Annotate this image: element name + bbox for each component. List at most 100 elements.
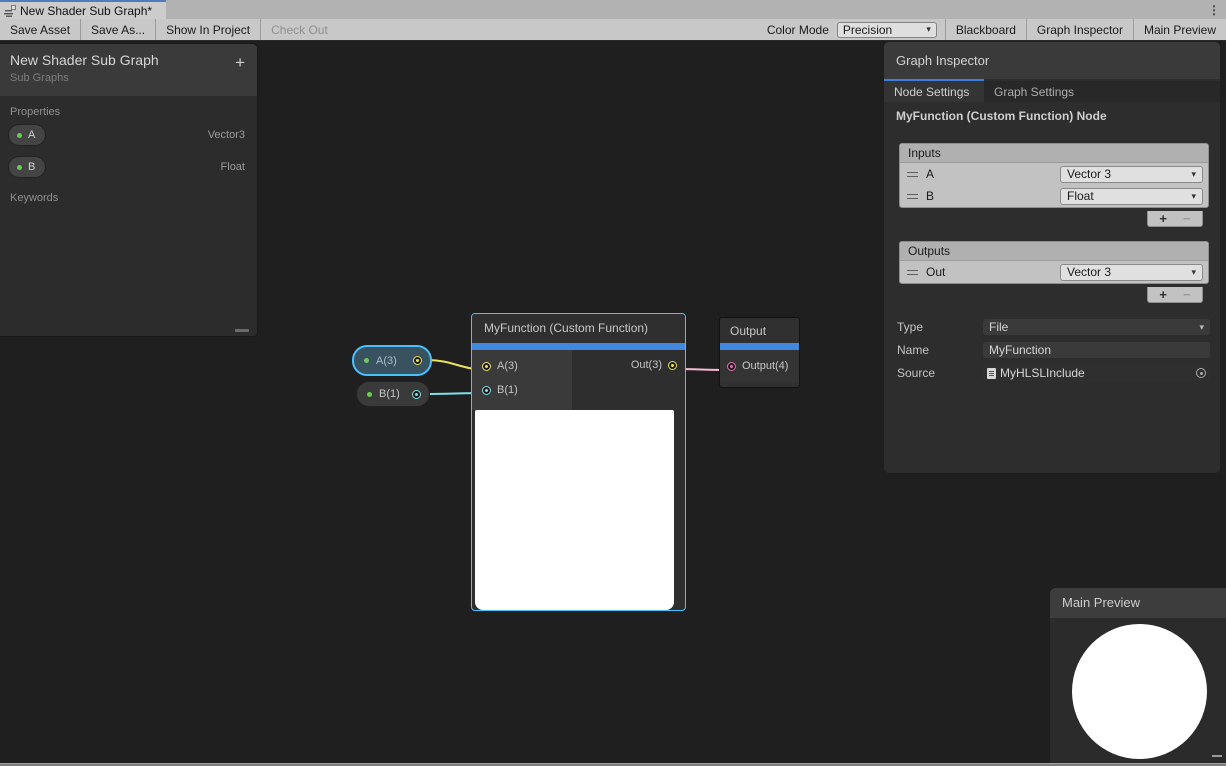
input-type-dropdown[interactable]: Float ▾ — [1060, 188, 1203, 205]
add-output-button[interactable]: + — [1159, 287, 1167, 302]
blackboard-resize-handle[interactable] — [235, 329, 249, 332]
node-title[interactable]: MyFunction (Custom Function) — [472, 314, 685, 343]
color-mode-value: Precision — [843, 23, 892, 37]
port-label: Out(3) — [631, 359, 662, 371]
property-node-b[interactable]: B(1) — [356, 381, 430, 407]
graph-inspector-toggle-button[interactable]: Graph Inspector — [1027, 19, 1134, 40]
name-input[interactable]: MyFunction — [983, 342, 1210, 358]
node-title[interactable]: Output — [720, 318, 799, 343]
property-type: Vector3 — [208, 129, 245, 141]
chevron-down-icon: ▾ — [1191, 192, 1196, 201]
check-out-button: Check Out — [261, 19, 338, 40]
outputs-list-footer: + − — [1147, 287, 1203, 303]
toolbar-right-group: Color Mode Precision ▾ Blackboard Graph … — [759, 19, 1226, 40]
keywords-section-label: Keywords — [0, 182, 257, 204]
port-label: A(3) — [497, 360, 518, 372]
drag-handle-icon[interactable] — [907, 172, 918, 177]
selected-node-heading: MyFunction (Custom Function) Node — [896, 109, 1107, 123]
node-input-column — [472, 350, 572, 410]
type-label: Type — [897, 320, 923, 334]
input-name: B — [926, 189, 934, 203]
property-pill-a[interactable]: A — [8, 124, 46, 146]
object-picker-icon[interactable] — [1196, 368, 1206, 378]
input-port-float-icon[interactable] — [482, 386, 491, 395]
kebab-menu-icon[interactable]: ⋮ — [1202, 0, 1226, 19]
output-row[interactable]: Out Vector 3 ▾ — [900, 261, 1208, 283]
input-port-row[interactable]: B(1) — [482, 384, 518, 396]
preview-resize-handle[interactable] — [1212, 755, 1222, 757]
property-row[interactable]: B Float — [0, 152, 257, 182]
input-port-row[interactable]: A(3) — [482, 360, 518, 372]
blackboard-title: New Shader Sub Graph — [10, 52, 247, 68]
blackboard-toggle-button[interactable]: Blackboard — [945, 19, 1027, 40]
chevron-down-icon: ▾ — [1199, 323, 1204, 332]
property-pill-b[interactable]: B — [8, 156, 46, 178]
exposed-dot-icon — [17, 133, 22, 138]
source-value: MyHLSLInclude — [1000, 366, 1085, 380]
port-label: Output(4) — [742, 360, 788, 372]
property-node-label: A(3) — [376, 355, 397, 367]
custom-function-node[interactable]: MyFunction (Custom Function) A(3) B(1) O… — [471, 313, 686, 611]
output-port-vector3-icon[interactable] — [413, 356, 422, 365]
tab-graph-settings[interactable]: Graph Settings — [984, 81, 1084, 102]
outputs-list: Outputs Out Vector 3 ▾ — [899, 241, 1209, 284]
main-preview-panel: Main Preview — [1050, 588, 1226, 763]
save-asset-button[interactable]: Save Asset — [0, 19, 81, 40]
input-port-vector4-icon[interactable] — [727, 362, 736, 371]
property-name: B — [28, 161, 35, 173]
show-in-project-button[interactable]: Show In Project — [156, 19, 261, 40]
output-port-row[interactable]: Output(4) — [720, 350, 799, 382]
node-accent-strip — [720, 343, 799, 350]
property-row[interactable]: A Vector3 — [0, 120, 257, 150]
tab-node-settings[interactable]: Node Settings — [884, 81, 984, 102]
property-type: Float — [221, 161, 245, 173]
drag-handle-icon[interactable] — [907, 270, 918, 275]
add-input-button[interactable]: + — [1159, 211, 1167, 226]
property-node-label: B(1) — [379, 388, 400, 400]
subgraph-asset-icon — [4, 5, 16, 17]
preview-sphere — [1072, 624, 1207, 759]
input-row[interactable]: A Vector 3 ▾ — [900, 163, 1208, 185]
blackboard-panel: New Shader Sub Graph Sub Graphs + Proper… — [0, 43, 258, 337]
remove-output-button: − — [1183, 287, 1191, 302]
type-dropdown[interactable]: File ▾ — [983, 319, 1210, 335]
name-value: MyFunction — [989, 343, 1051, 357]
main-preview-toggle-button[interactable]: Main Preview — [1134, 19, 1226, 40]
toolbar: Save Asset Save As... Show In Project Ch… — [0, 19, 1226, 41]
inputs-list-header: Inputs — [900, 144, 1208, 163]
input-type-value: Float — [1067, 189, 1094, 203]
output-type-value: Vector 3 — [1067, 265, 1111, 279]
drag-handle-icon[interactable] — [907, 194, 918, 199]
chevron-down-icon: ▾ — [1191, 268, 1196, 277]
output-port-vector3-icon[interactable] — [668, 361, 677, 370]
color-mode-dropdown[interactable]: Precision ▾ — [837, 22, 937, 38]
inputs-list: Inputs A Vector 3 ▾ B Float ▾ — [899, 143, 1209, 208]
output-port-float-icon[interactable] — [412, 390, 421, 399]
output-name: Out — [926, 265, 945, 279]
input-type-dropdown[interactable]: Vector 3 ▾ — [1060, 166, 1203, 183]
output-type-dropdown[interactable]: Vector 3 ▾ — [1060, 264, 1203, 281]
input-row[interactable]: B Float ▾ — [900, 185, 1208, 207]
graph-inspector-panel: Graph Inspector Node Settings Graph Sett… — [884, 42, 1220, 473]
source-object-field[interactable]: MyHLSLInclude — [983, 365, 1210, 381]
file-icon — [987, 368, 996, 379]
property-node-a[interactable]: A(3) — [352, 345, 432, 376]
outputs-list-header: Outputs — [900, 242, 1208, 261]
output-node[interactable]: Output Output(4) — [719, 317, 800, 388]
main-preview-title[interactable]: Main Preview — [1050, 588, 1226, 618]
save-as-button[interactable]: Save As... — [81, 19, 156, 40]
add-property-button[interactable]: + — [235, 54, 245, 71]
output-port-row[interactable]: Out(3) — [631, 359, 677, 371]
input-port-vector3-icon[interactable] — [482, 362, 491, 371]
node-accent-strip — [472, 343, 685, 350]
asset-tab[interactable]: New Shader Sub Graph* — [0, 0, 166, 19]
input-type-value: Vector 3 — [1067, 167, 1111, 181]
chevron-down-icon: ▾ — [1191, 170, 1196, 179]
blackboard-subtitle: Sub Graphs — [10, 72, 247, 84]
inspector-tabs: Node Settings Graph Settings — [884, 81, 1220, 102]
inspector-title[interactable]: Graph Inspector — [884, 42, 1220, 79]
inputs-list-footer: + − — [1147, 211, 1203, 227]
exposed-dot-icon — [17, 165, 22, 170]
exposed-dot-icon — [367, 392, 372, 397]
graph-canvas[interactable]: New Shader Sub Graph Sub Graphs + Proper… — [0, 41, 1226, 763]
